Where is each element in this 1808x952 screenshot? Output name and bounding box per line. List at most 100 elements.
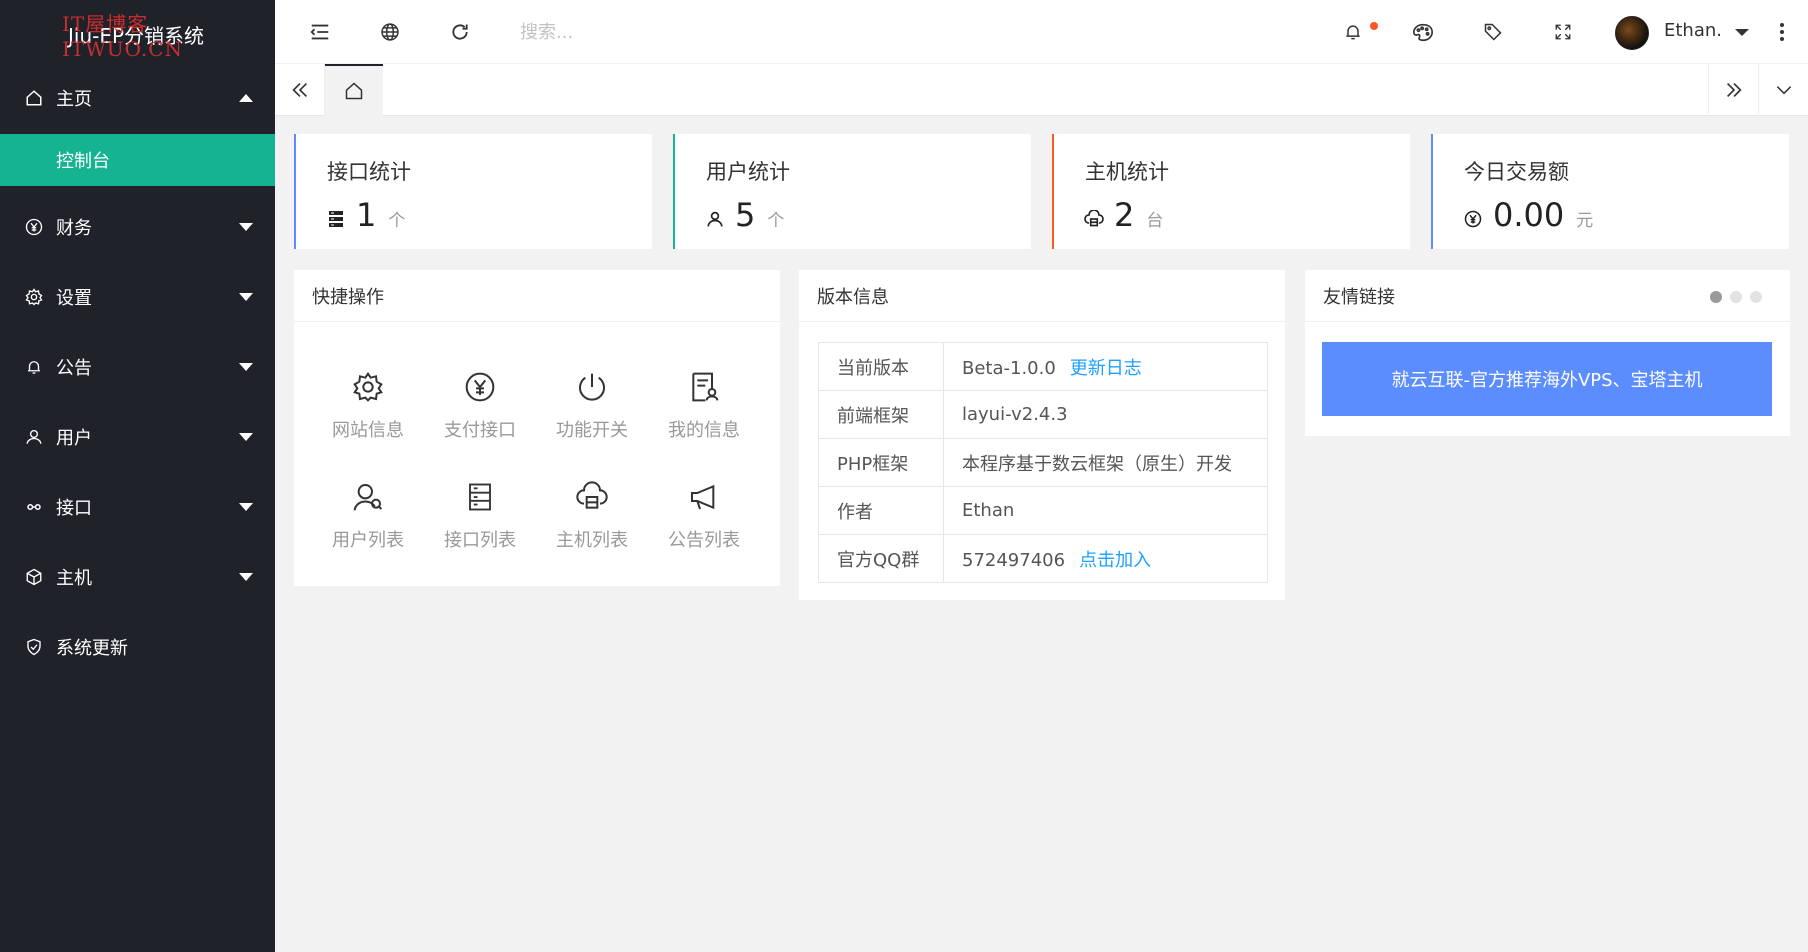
caret-up-icon [239,94,253,102]
table-row: PHP框架 本程序基于数云框架（原生）开发 [818,438,1268,487]
quick-site-info[interactable]: 网站信息 [312,370,424,470]
quick-notice-list[interactable]: 公告列表 [648,480,760,580]
server-icon [463,480,497,514]
power-icon [575,370,609,404]
caret-down-icon [239,223,253,231]
watermark: IT屋博客 ITWUO.CN [62,12,184,61]
version-value: 572497406 点击加入 [943,534,1268,583]
version-table: 当前版本 Beta-1.0.0 更新日志 前端框架 layui-v2.4.3 PH… [818,342,1268,583]
more-vertical-icon[interactable] [1772,20,1792,44]
caret-down-icon [239,573,253,581]
version-panel: 版本信息 当前版本 Beta-1.0.0 更新日志 前端框架 layui-v2.4… [799,270,1285,600]
sidebar-item-api[interactable]: 接口 [0,472,275,542]
palette-icon[interactable] [1411,20,1435,44]
menu-fold-icon[interactable] [308,20,332,44]
quick-label: 支付接口 [444,420,516,441]
panel-title: 友情链接 [1305,270,1790,322]
carousel-dot[interactable] [1730,291,1742,303]
table-row: 官方QQ群 572497406 点击加入 [818,534,1268,583]
version-key: 前端框架 [818,390,944,439]
changelog-link[interactable]: 更新日志 [1070,358,1142,379]
sidebar-item-notice[interactable]: 公告 [0,332,275,402]
caret-down-icon [239,293,253,301]
carousel-dot[interactable] [1710,291,1722,303]
quick-label: 功能开关 [556,420,628,441]
tab-scroll-right-icon[interactable] [1708,64,1758,116]
version-key: 当前版本 [818,342,944,391]
table-row: 前端框架 layui-v2.4.3 [818,390,1268,439]
globe-icon[interactable] [378,20,402,44]
panel-title: 快捷操作 [294,270,780,322]
megaphone-icon [687,480,721,514]
quick-user-list[interactable]: 用户列表 [312,480,424,580]
quick-site-info[interactable] [312,640,424,740]
link-banner[interactable]: 就云互联-官方推荐海外VPS、宝塔主机 [1322,342,1772,416]
home-icon [24,88,44,108]
refresh-icon[interactable] [448,20,472,44]
cloud-icon [575,480,609,514]
notification-dot [1370,22,1378,30]
sidebar-item-label: 设置 [56,288,92,309]
version-value: Ethan [943,486,1268,535]
sidebar-item-label: 财务 [56,218,92,239]
tag-icon[interactable] [1481,20,1505,44]
logo[interactable]: Jiu-EP分销系统 IT屋博客 ITWUO.CN [0,0,275,62]
version-key: PHP框架 [818,438,944,487]
quick-api-list[interactable]: 接口列表 [424,480,536,580]
version-value: Beta-1.0.0 更新日志 [943,342,1268,391]
sidebar-item-label: 系统更新 [56,638,128,659]
stat-title: 今日交易额 [1464,160,1569,184]
profile-doc-icon [687,370,721,404]
sidebar-item-finance[interactable]: 财务 [0,192,275,262]
home-icon [345,82,363,100]
tab-home[interactable] [325,64,383,116]
stat-title: 主机统计 [1085,160,1169,184]
yen-circle-icon [1463,209,1483,229]
sidebar-item-label: 主页 [56,89,92,110]
stat-card-users: 用户统计 5 个 [673,134,1031,249]
search-input[interactable] [520,18,820,46]
version-value: 本程序基于数云框架（原生）开发 [943,438,1268,487]
stat-value: 1 [356,196,377,234]
stat-unit: 元 [1576,211,1594,231]
quick-my-info[interactable]: 我的信息 [648,370,760,470]
carousel-dot[interactable] [1750,291,1762,303]
tabs-bar [275,64,1808,116]
tab-scroll-left-icon[interactable] [275,64,325,116]
quick-label: 接口列表 [444,530,516,551]
sidebar-item-host[interactable]: 主机 [0,542,275,612]
quick-feature-switch[interactable]: 功能开关 [536,370,648,470]
user-icon [705,209,725,229]
stat-unit: 个 [767,211,785,231]
quick-host-list[interactable]: 主机列表 [536,480,648,580]
user-icon [24,427,44,447]
caret-down-icon [239,503,253,511]
username[interactable]: Ethan. [1664,20,1722,41]
sidebar-item-home[interactable]: 主页 [0,62,275,134]
stat-title: 接口统计 [327,160,411,184]
sidebar-subitem-console[interactable]: 控制台 [0,134,275,186]
shield-check-icon [24,637,44,657]
stat-card-hosts: 主机统计 2 台 [1052,134,1410,249]
bell-icon[interactable] [1341,20,1365,44]
quick-label: 用户列表 [332,530,404,551]
sidebar-item-label: 用户 [56,428,92,449]
stat-value: 2 [1114,196,1135,234]
sidebar: Jiu-EP分销系统 IT屋博客 ITWUO.CN 主页 控制台 财务 设置 公… [0,0,275,952]
avatar[interactable] [1615,16,1649,50]
stat-value: 5 [735,196,756,234]
caret-down-icon[interactable] [1735,29,1749,36]
quick-label: 主机列表 [556,530,628,551]
sidebar-item-users[interactable]: 用户 [0,402,275,472]
sidebar-item-label: 接口 [56,498,92,519]
gear-icon [24,287,44,307]
quick-payment[interactable]: 支付接口 [424,370,536,470]
sidebar-item-settings[interactable]: 设置 [0,262,275,332]
sidebar-item-system-update[interactable]: 系统更新 [0,612,275,682]
stat-card-revenue: 今日交易额 0.00 元 [1431,134,1789,249]
version-key: 官方QQ群 [818,534,944,583]
panel-title-text: 友情链接 [1323,286,1395,308]
join-group-link[interactable]: 点击加入 [1079,550,1151,571]
fullscreen-icon[interactable] [1551,20,1575,44]
tab-dropdown-icon[interactable] [1758,64,1808,116]
